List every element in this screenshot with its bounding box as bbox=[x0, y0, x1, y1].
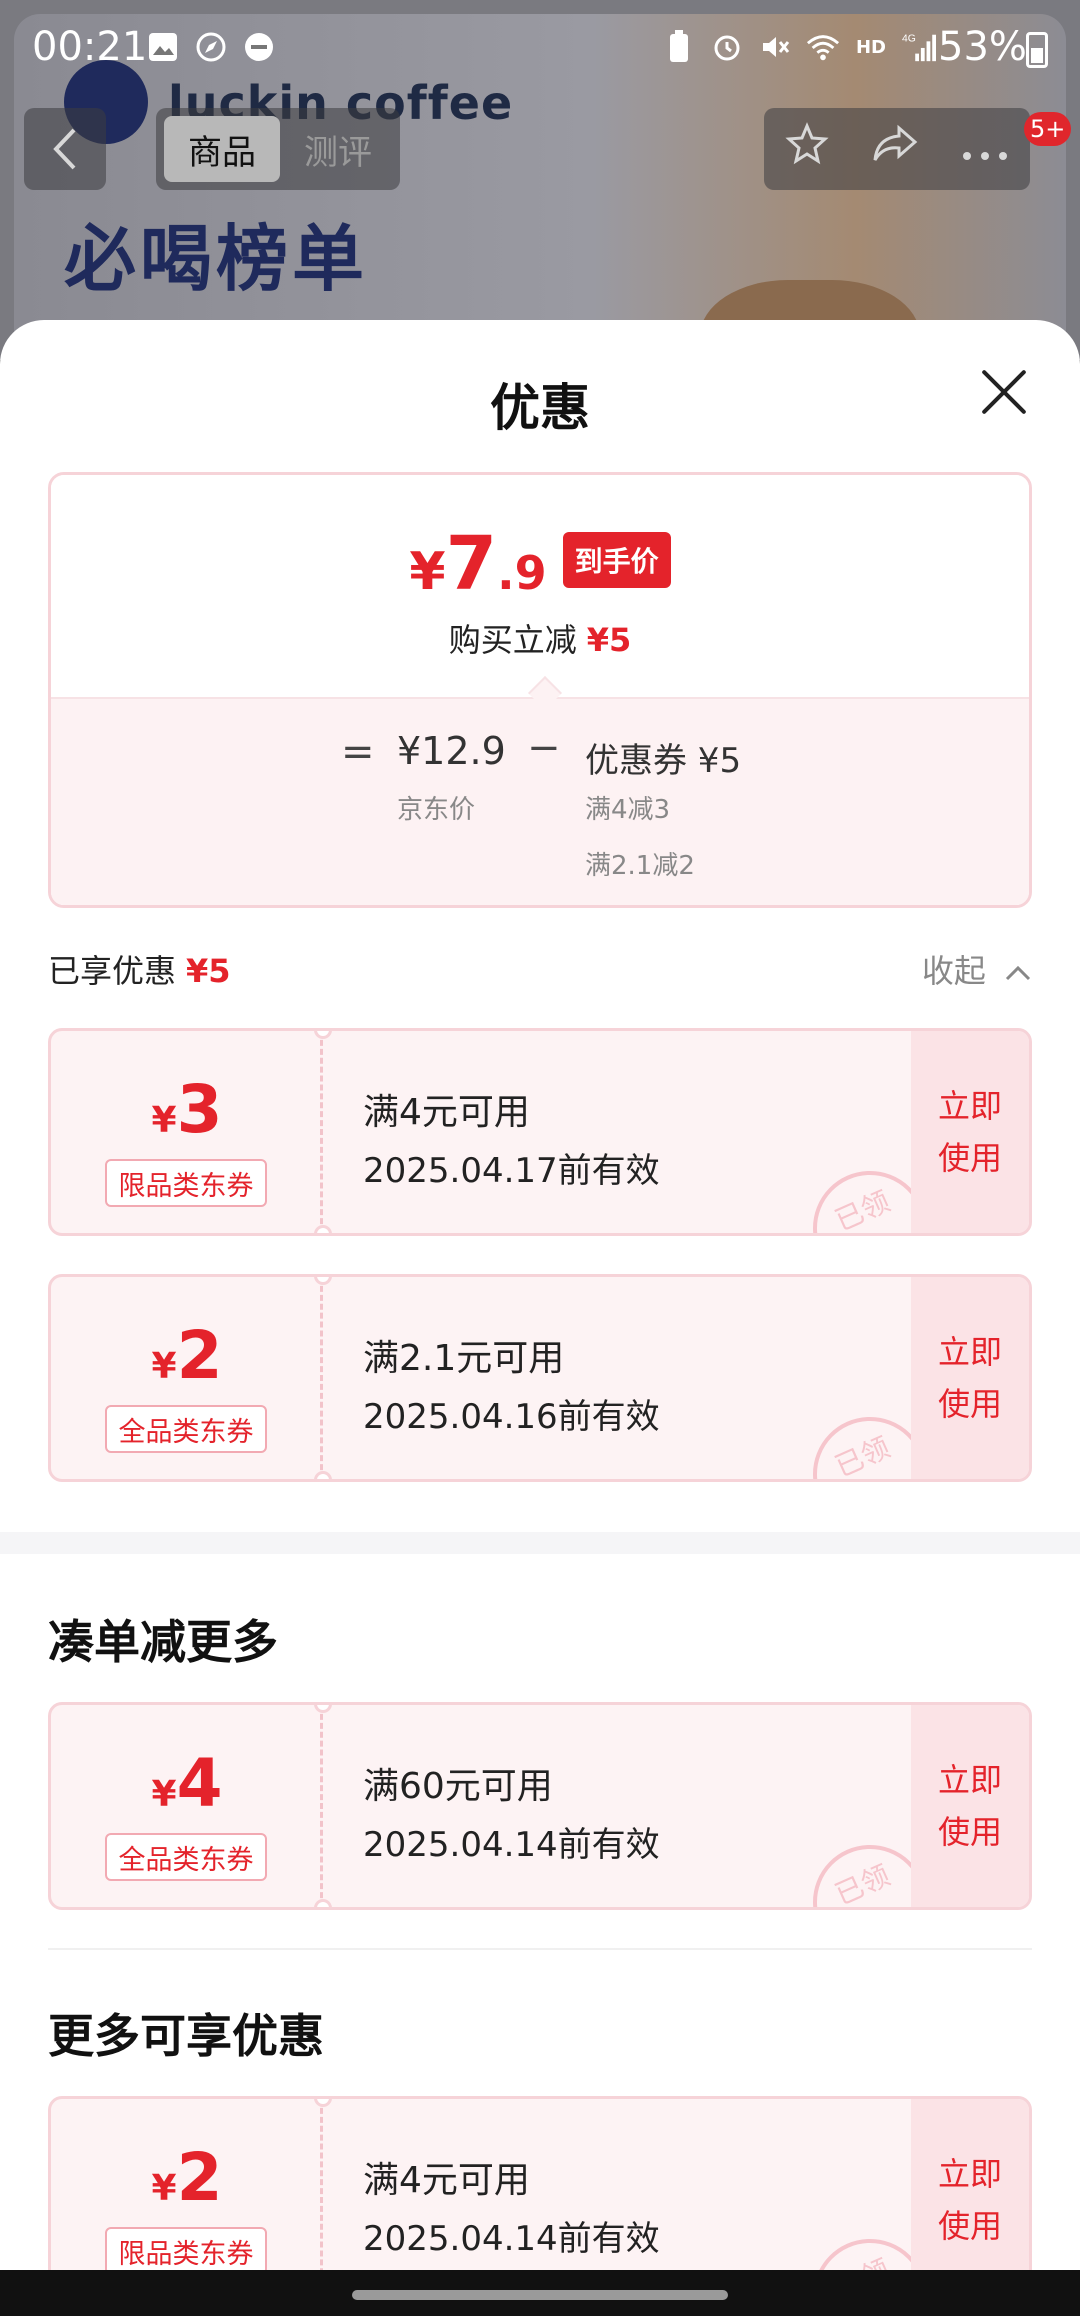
signal-4g-icon: 4G bbox=[902, 30, 936, 64]
product-actions bbox=[764, 108, 1030, 190]
compass-icon bbox=[194, 30, 228, 64]
use-now-label: 立即使用 bbox=[937, 1761, 1002, 1851]
home-indicator[interactable] bbox=[352, 2290, 728, 2300]
coupon-amount: ¥2 bbox=[51, 1317, 323, 1394]
coupon-condition: 满4元可用 bbox=[363, 2160, 530, 2201]
price-breakdown-card: ¥7.9 到手价 购买立减 ¥5 = ¥12.9 京东价 − 优惠券 ¥5 满4减3… bbox=[48, 472, 1032, 908]
star-icon[interactable] bbox=[785, 122, 829, 176]
coupon-type: 全品类东券 bbox=[105, 1833, 267, 1881]
coupon-amount: ¥3 bbox=[51, 1071, 323, 1148]
tab-review[interactable]: 测评 bbox=[284, 116, 392, 182]
battery-saver-icon bbox=[662, 30, 696, 64]
instant-discount-value: ¥5 bbox=[586, 621, 632, 659]
coupon-value: 4 bbox=[176, 1745, 223, 1822]
coupon-validity: 2025.04.14前有效 bbox=[363, 1825, 660, 1865]
coupon-condition: 满2.1元可用 bbox=[363, 1338, 565, 1379]
section-title-more-orders: 凑单减更多 bbox=[48, 1615, 278, 1669]
coupon-currency: ¥ bbox=[151, 2168, 177, 2209]
coupon-amount: ¥4 bbox=[51, 1745, 323, 1822]
price-integer: 7 bbox=[445, 521, 498, 607]
svg-text:4G: 4G bbox=[902, 33, 916, 44]
share-icon[interactable] bbox=[871, 124, 919, 174]
battery-percentage: 53% bbox=[938, 24, 1027, 70]
final-price-tag: 到手价 bbox=[562, 532, 671, 588]
wifi-icon bbox=[806, 30, 840, 64]
coupon-card: ¥4 全品类东券 满60元可用 2025.04.14前有效 已领 立即使用 bbox=[48, 1702, 1032, 1910]
collapse-label: 收起 bbox=[921, 952, 986, 990]
battery-icon bbox=[1026, 32, 1048, 68]
section-title-more-offers: 更多可享优惠 bbox=[48, 2009, 324, 2063]
coupon-amount: ¥2 bbox=[51, 2139, 323, 2216]
collapse-button[interactable]: 收起 bbox=[922, 946, 1032, 992]
product-tabs: 商品 测评 bbox=[156, 108, 400, 190]
jd-price-label: 京东价 bbox=[397, 795, 476, 825]
price-currency: ¥ bbox=[409, 542, 446, 602]
sheet-title: 优惠 bbox=[490, 379, 590, 437]
jd-price: ¥12.9 bbox=[397, 729, 506, 773]
tab-product[interactable]: 商品 bbox=[164, 116, 280, 182]
coupon-currency: ¥ bbox=[151, 1774, 177, 1815]
final-price: ¥7.9 到手价 bbox=[51, 521, 1029, 607]
mute-icon bbox=[758, 30, 792, 64]
back-button[interactable] bbox=[24, 108, 106, 190]
coupon-type: 限品类东券 bbox=[105, 1159, 267, 1207]
use-now-label: 立即使用 bbox=[937, 1087, 1002, 1177]
hd-icon: HD bbox=[855, 36, 886, 58]
coupon-summary: 优惠券 ¥5 bbox=[585, 741, 742, 781]
coupon-detail: 满2.1减2 bbox=[585, 851, 695, 881]
coupon-condition: 满4元可用 bbox=[363, 1092, 530, 1133]
coupon-value: 2 bbox=[176, 1317, 223, 1394]
section-divider bbox=[0, 1532, 1080, 1554]
use-now-button[interactable]: 立即使用 bbox=[911, 2099, 1029, 2270]
coupon-detail: 满4减3 bbox=[585, 795, 671, 825]
instant-discount-label: 购买立减 bbox=[448, 621, 577, 659]
coupon-type: 全品类东券 bbox=[105, 1405, 267, 1453]
dnd-icon bbox=[242, 30, 276, 64]
coupon-value: 3 bbox=[176, 1071, 223, 1148]
use-now-label: 立即使用 bbox=[937, 1333, 1002, 1423]
use-now-label: 立即使用 bbox=[937, 2155, 1002, 2245]
close-icon[interactable] bbox=[976, 364, 1032, 420]
use-now-button[interactable]: 立即使用 bbox=[911, 1705, 1029, 1907]
banner-headline: 必喝榜单 bbox=[64, 217, 369, 301]
coupon-validity: 2025.04.17前有效 bbox=[363, 1151, 660, 1191]
minus-sign: − bbox=[527, 725, 561, 771]
product-top-nav: 商品 测评 5+ bbox=[0, 104, 1080, 194]
message-badge: 5+ bbox=[1024, 112, 1072, 146]
alarm-icon bbox=[710, 30, 744, 64]
coupon-validity: 2025.04.16前有效 bbox=[363, 1397, 660, 1437]
coupon-value: 2 bbox=[176, 2139, 223, 2216]
coupon-currency: ¥ bbox=[151, 1100, 177, 1141]
image-icon bbox=[146, 30, 180, 64]
chevron-up-icon bbox=[1005, 965, 1031, 981]
use-now-button[interactable]: 立即使用 bbox=[911, 1031, 1029, 1233]
coupon-card: ¥2 全品类东券 满2.1元可用 2025.04.16前有效 已领 立即使用 bbox=[48, 1274, 1032, 1482]
status-bar: 00:21 HD 4G 53% bbox=[0, 0, 1080, 96]
coupon-card: ¥2 限品类东券 满4元可用 2025.04.14前有效 已领 立即使用 bbox=[48, 2096, 1032, 2270]
price-decimal: .9 bbox=[497, 546, 547, 600]
more-icon[interactable] bbox=[961, 126, 1009, 172]
use-now-button[interactable]: 立即使用 bbox=[911, 1277, 1029, 1479]
status-time: 00:21 bbox=[32, 24, 148, 70]
coupon-validity: 2025.04.14前有效 bbox=[363, 2219, 660, 2259]
enjoyed-label: 已享优惠 bbox=[48, 952, 177, 990]
chevron-left-icon bbox=[53, 128, 76, 170]
enjoyed-discount-row: 已享优惠 ¥5 收起 bbox=[48, 946, 1032, 996]
coupon-card: ¥3 限品类东券 满4元可用 2025.04.17前有效 已领 立即使用 bbox=[48, 1028, 1032, 1236]
instant-discount: 购买立减 ¥5 bbox=[51, 615, 1029, 661]
coupon-type: 限品类东券 bbox=[105, 2227, 267, 2270]
price-formula: = ¥12.9 京东价 − 优惠券 ¥5 满4减3 满2.1减2 bbox=[51, 697, 1029, 905]
enjoyed-value: ¥5 bbox=[186, 952, 231, 990]
coupon-currency: ¥ bbox=[151, 1346, 177, 1387]
equals-sign: = bbox=[341, 729, 375, 775]
app-screen: luckin coffee 必喝榜单 10选1 00:21 bbox=[0, 0, 1080, 2316]
discount-bottom-sheet: 优惠 ¥7.9 到手价 购买立减 ¥5 = ¥12.9 京东价 − 优惠券 ¥5 满… bbox=[0, 320, 1080, 2270]
section-separator bbox=[48, 1948, 1032, 1950]
coupon-condition: 满60元可用 bbox=[363, 1766, 553, 1807]
